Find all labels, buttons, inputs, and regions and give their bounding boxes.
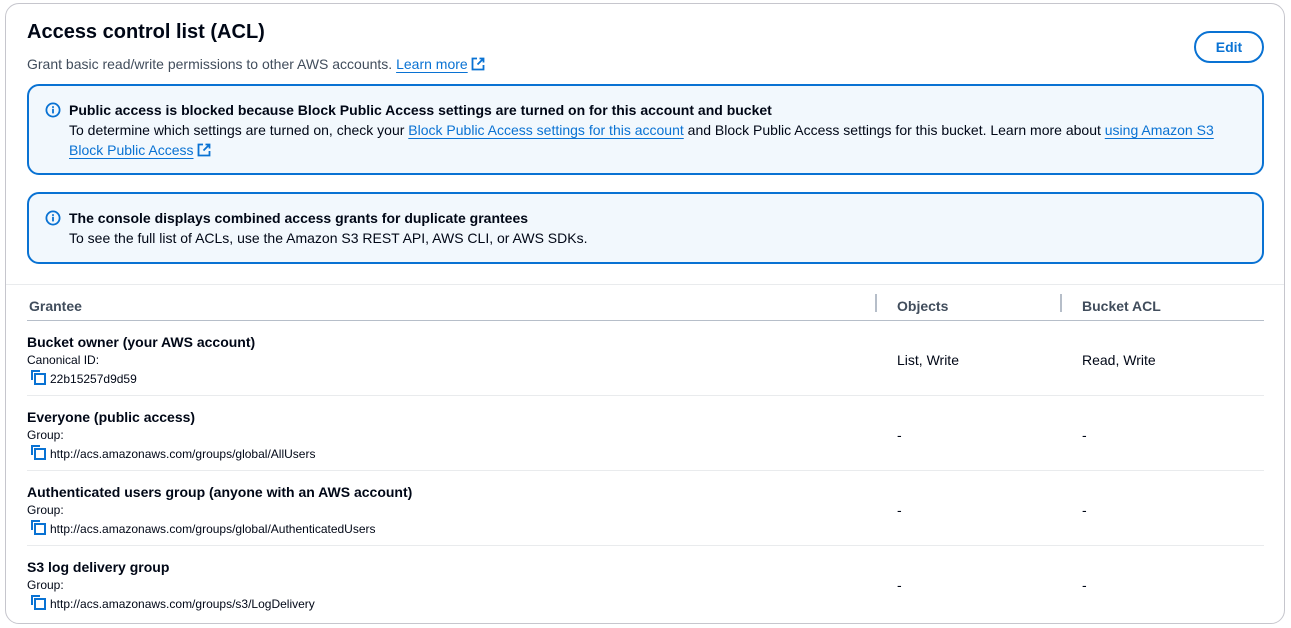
learn-more-link[interactable]: Learn more (396, 56, 485, 72)
alert-title: The console displays combined access gra… (69, 210, 529, 226)
bucket-acl-permission: - (1082, 577, 1087, 593)
external-link-icon (197, 142, 211, 162)
canonical-id-value: 22b15257d9d59 (50, 372, 137, 386)
panel-header: Access control list (ACL) Grant basic re… (27, 18, 1264, 72)
table-row: S3 log delivery group Group: http://acs.… (27, 546, 1264, 621)
grantee-name: Everyone (public access) (27, 409, 196, 425)
section-divider (6, 284, 1284, 285)
alert-body-text-1: To determine which settings are turned o… (69, 122, 409, 138)
edit-button[interactable]: Edit (1194, 31, 1264, 63)
group-uri-value: http://acs.amazonaws.com/groups/global/A… (50, 447, 316, 461)
grantee-id: http://acs.amazonaws.com/groups/s3/LogDe… (30, 594, 315, 614)
group-uri-value: http://acs.amazonaws.com/groups/s3/LogDe… (50, 597, 315, 611)
grantee-id: http://acs.amazonaws.com/groups/global/A… (30, 519, 376, 539)
grantee-id: 22b15257d9d59 (30, 369, 137, 389)
bucket-acl-permission: - (1082, 427, 1087, 443)
group-uri-value: http://acs.amazonaws.com/groups/global/A… (50, 522, 376, 536)
grantee-id-label: Group: (27, 503, 64, 517)
description-text: Grant basic read/write permissions to ot… (27, 56, 393, 72)
bpa-account-settings-link[interactable]: Block Public Access settings for this ac… (408, 122, 683, 138)
grantee-name: S3 log delivery group (27, 559, 170, 575)
column-header-bucket-acl: Bucket ACL (1082, 298, 1161, 314)
objects-permission: - (897, 502, 902, 518)
page-title: Access control list (ACL) (27, 21, 265, 43)
alert-body-text-2: and Block Public Access settings for thi… (683, 122, 1105, 138)
panel-description: Grant basic read/write permissions to ot… (27, 54, 485, 76)
objects-permission: List, Write (897, 352, 959, 368)
grantee-id: http://acs.amazonaws.com/groups/global/A… (30, 444, 315, 464)
objects-permission: - (897, 577, 902, 593)
alert-body: To see the full list of ACLs, use the Am… (69, 230, 588, 246)
column-resizer[interactable] (1060, 294, 1062, 312)
acl-table: Grantee Objects Bucket ACL Bucket owner … (27, 290, 1264, 621)
alert-body: To determine which settings are turned o… (69, 120, 1244, 162)
grantee-id-label: Group: (27, 578, 64, 592)
table-row: Everyone (public access) Group: http://a… (27, 396, 1264, 471)
public-access-alert: Public access is blocked because Block P… (27, 84, 1264, 175)
table-header: Grantee Objects Bucket ACL (27, 290, 1264, 321)
info-icon (45, 210, 61, 231)
using-bpa-link-line1[interactable]: using Amazon S3 (1105, 122, 1214, 138)
copy-icon[interactable] (30, 594, 46, 614)
duplicate-grantees-alert: The console displays combined access gra… (27, 192, 1264, 264)
copy-icon[interactable] (30, 519, 46, 539)
acl-panel: Access control list (ACL) Grant basic re… (5, 3, 1285, 624)
info-icon (45, 102, 61, 123)
bucket-acl-permission: - (1082, 502, 1087, 518)
grantee-name: Bucket owner (your AWS account) (27, 334, 256, 350)
external-link-icon (471, 56, 485, 76)
column-header-objects: Objects (897, 298, 949, 314)
grantee-id-label: Canonical ID: (27, 353, 100, 367)
column-resizer[interactable] (875, 294, 877, 312)
grantee-id-label: Group: (27, 428, 64, 442)
grantee-name: Authenticated users group (anyone with a… (27, 484, 413, 500)
using-bpa-link-label: Block Public Access (69, 142, 194, 158)
learn-more-label: Learn more (396, 56, 468, 72)
copy-icon[interactable] (30, 369, 46, 389)
table-row: Authenticated users group (anyone with a… (27, 471, 1264, 546)
using-bpa-link-line2[interactable]: Block Public Access (69, 142, 211, 158)
bucket-acl-permission: Read, Write (1082, 352, 1156, 368)
objects-permission: - (897, 427, 902, 443)
alert-title: Public access is blocked because Block P… (69, 102, 772, 118)
column-header-grantee: Grantee (29, 298, 82, 314)
table-row: Bucket owner (your AWS account) Canonica… (27, 321, 1264, 396)
copy-icon[interactable] (30, 444, 46, 464)
